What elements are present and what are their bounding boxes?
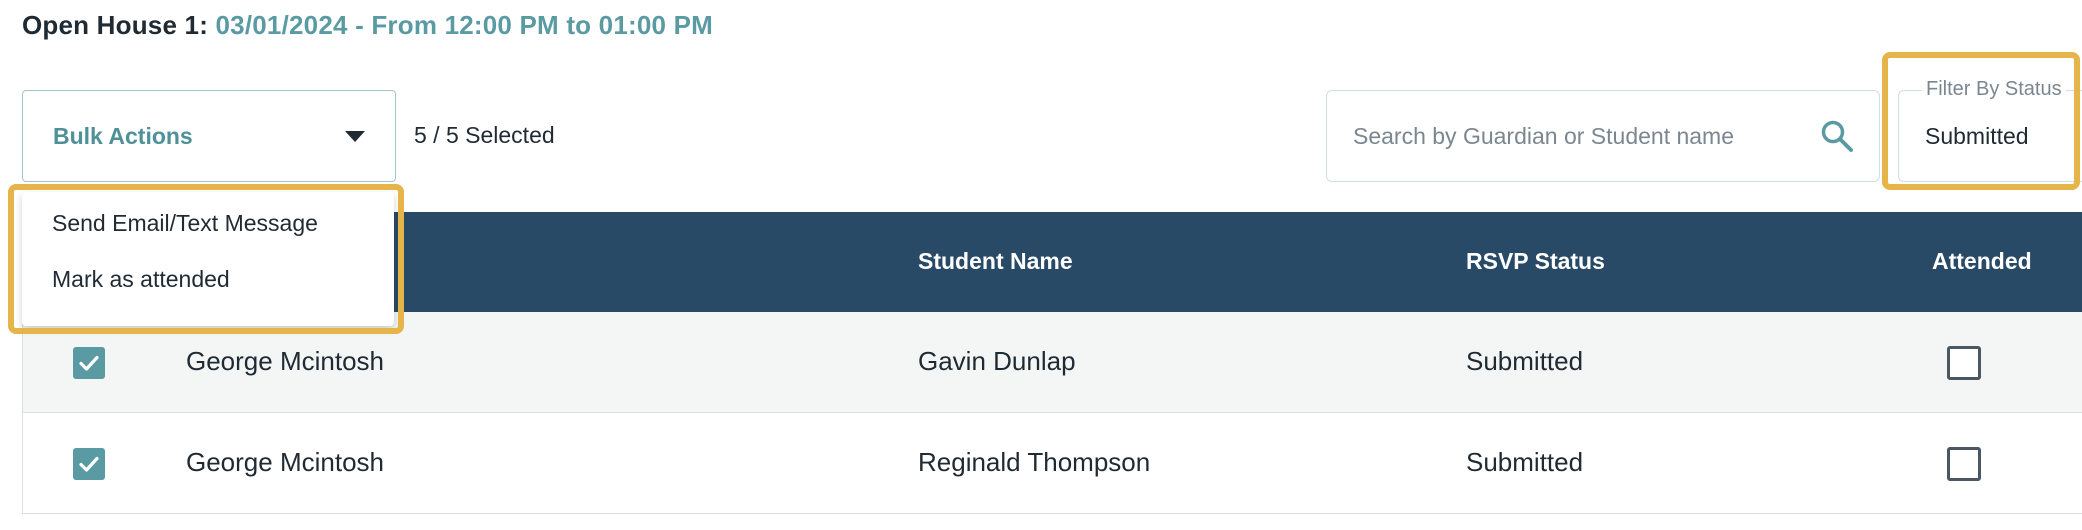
column-header-rsvp-status[interactable]: RSVP Status — [1466, 248, 1605, 275]
guardian-name: George Mcintosh — [186, 346, 384, 376]
table-row[interactable]: George Mcintosh Reginald Thompson Submit… — [22, 413, 2082, 514]
rsvp-status: Submitted — [1466, 346, 1584, 376]
bulk-actions-dropdown[interactable]: Bulk Actions — [22, 90, 396, 182]
page-title: Open House 1: 03/01/2024 - From 12:00 PM… — [22, 10, 713, 41]
bulk-actions-label: Bulk Actions — [53, 122, 193, 149]
open-house-date: 03/01/2024 - From 12:00 PM to 01:00 PM — [215, 10, 714, 40]
student-name: Gavin Dunlap — [918, 346, 1076, 376]
search-icon — [1821, 120, 1853, 152]
search-input[interactable] — [1353, 122, 1807, 150]
student-name: Reginald Thompson — [918, 447, 1151, 477]
rsvp-status: Submitted — [1466, 447, 1584, 477]
row-select-checkbox[interactable] — [73, 347, 105, 379]
selected-count: 5 / 5 Selected — [414, 122, 555, 148]
caret-down-icon — [345, 130, 365, 142]
row-select-checkbox[interactable] — [73, 448, 105, 480]
search-button[interactable] — [1807, 106, 1867, 166]
checkmark-icon — [79, 456, 99, 472]
checkmark-icon — [79, 355, 99, 371]
open-house-label: Open House 1: — [22, 10, 209, 40]
attended-checkbox[interactable] — [1947, 346, 1981, 380]
filter-highlight-box — [1882, 52, 2080, 190]
column-header-student-name[interactable]: Student Name — [918, 248, 1073, 275]
menu-highlight-box — [8, 184, 404, 334]
open-house-attendance-panel: Open House 1: 03/01/2024 - From 12:00 PM… — [0, 0, 2082, 530]
attended-checkbox[interactable] — [1947, 447, 1981, 481]
search-box — [1326, 90, 1880, 182]
column-header-attended[interactable]: Attended — [1932, 248, 2032, 275]
guardian-name: George Mcintosh — [186, 447, 384, 477]
